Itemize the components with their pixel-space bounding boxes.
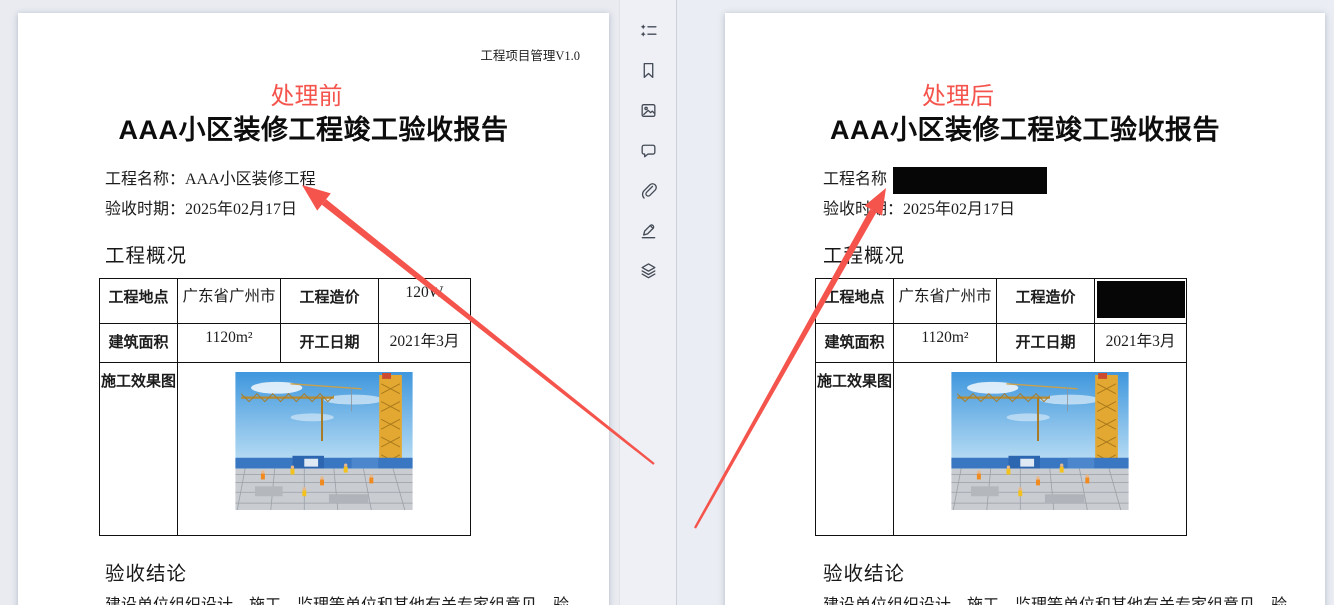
cell-cost-label: 工程造价 — [281, 279, 379, 324]
field-acceptance-date-value: 2025年02月17日 — [185, 201, 297, 218]
cell-area-label: 建筑面积 — [816, 324, 894, 363]
cell-location-label: 工程地点 — [100, 279, 178, 324]
cell-photo — [178, 363, 471, 536]
cell-area-value: 1120m² — [178, 324, 281, 363]
cell-photo-label: 施工效果图 — [100, 363, 178, 536]
cell-cost-label: 工程造价 — [997, 279, 1095, 324]
field-acceptance-date: 验收时期：2025年02月17日 — [105, 195, 316, 225]
report-fields: 工程名称：AAA小区装修工程 验收时期：2025年02月17日 — [105, 165, 316, 225]
overview-table: 工程地点 广东省广州市 工程造价 120W 建筑面积 1120m² 开工日期 2… — [99, 278, 471, 536]
cell-start-label: 开工日期 — [997, 324, 1095, 363]
field-project-name-label: 工程名称： — [105, 171, 185, 188]
cell-location-label: 工程地点 — [816, 279, 894, 324]
field-acceptance-date-label: 验收时期： — [823, 201, 903, 218]
field-acceptance-date-label: 验收时期： — [105, 201, 185, 218]
cell-area-label: 建筑面积 — [100, 324, 178, 363]
cell-start-value: 2021年3月 — [379, 324, 471, 363]
cell-location-value: 广东省广州市 — [178, 279, 281, 324]
ai-outline-icon[interactable] — [635, 21, 661, 40]
field-project-name-value: AAA小区装修工程 — [185, 171, 316, 188]
cell-cost-value: 120W — [379, 279, 471, 324]
section-heading-overview: 工程概况 — [823, 239, 905, 268]
conclusion-text: 建设单位组织设计、施工、监理等单位和其他有关专家组意见，验 — [105, 591, 569, 605]
layers-icon[interactable] — [635, 261, 661, 280]
conclusion-text: 建设单位组织设计、施工、监理等单位和其他有关专家组意见，验 — [823, 591, 1287, 605]
document-header-text: 工程项目管理V1.0 — [480, 45, 580, 64]
construction-photo — [950, 372, 1130, 510]
signature-icon[interactable] — [635, 221, 661, 240]
comment-icon[interactable] — [635, 141, 661, 160]
section-heading-conclusion: 验收结论 — [105, 557, 187, 586]
cell-area-value: 1120m² — [894, 324, 997, 363]
report-title: AAA小区装修工程竣工验收报告 — [18, 108, 609, 147]
redaction-box-project-name — [893, 167, 1047, 194]
field-project-name-label: 工程名称 — [823, 171, 887, 188]
cell-cost-value — [1095, 279, 1187, 324]
cell-photo-label: 施工效果图 — [816, 363, 894, 536]
stage-label-after: 处理后 — [658, 76, 1258, 111]
field-project-name: 工程名称 — [823, 165, 1047, 195]
section-heading-conclusion: 验收结论 — [823, 557, 905, 586]
construction-photo — [234, 372, 414, 510]
attachment-icon[interactable] — [635, 181, 661, 200]
report-title: AAA小区装修工程竣工验收报告 — [725, 108, 1325, 147]
field-acceptance-date: 验收时期：2025年02月17日 — [823, 195, 1047, 225]
stage-label-before: 处理前 — [11, 76, 602, 111]
field-acceptance-date-value: 2025年02月17日 — [903, 201, 1015, 218]
section-heading-overview: 工程概况 — [105, 239, 187, 268]
cell-start-value: 2021年3月 — [1095, 324, 1187, 363]
field-project-name: 工程名称：AAA小区装修工程 — [105, 165, 316, 195]
document-page-before: 工程项目管理V1.0 处理前 AAA小区装修工程竣工验收报告 工程名称：AAA小… — [18, 13, 609, 605]
cell-location-value: 广东省广州市 — [894, 279, 997, 324]
overview-table: 工程地点 广东省广州市 工程造价 建筑面积 1120m² 开工日期 2021年3… — [815, 278, 1187, 536]
app-window: 工程项目管理V1.0 处理前 AAA小区装修工程竣工验收报告 工程名称：AAA小… — [0, 0, 1334, 605]
document-pane-after: 处理后 AAA小区装修工程竣工验收报告 工程名称 验收时期：2025年02月17… — [678, 0, 1334, 605]
cell-photo — [894, 363, 1187, 536]
document-page-after: 处理后 AAA小区装修工程竣工验收报告 工程名称 验收时期：2025年02月17… — [725, 13, 1325, 605]
report-fields: 工程名称 验收时期：2025年02月17日 — [823, 165, 1047, 225]
redaction-box-cost — [1097, 281, 1185, 318]
document-pane-before: 工程项目管理V1.0 处理前 AAA小区装修工程竣工验收报告 工程名称：AAA小… — [0, 0, 619, 605]
cell-start-label: 开工日期 — [281, 324, 379, 363]
